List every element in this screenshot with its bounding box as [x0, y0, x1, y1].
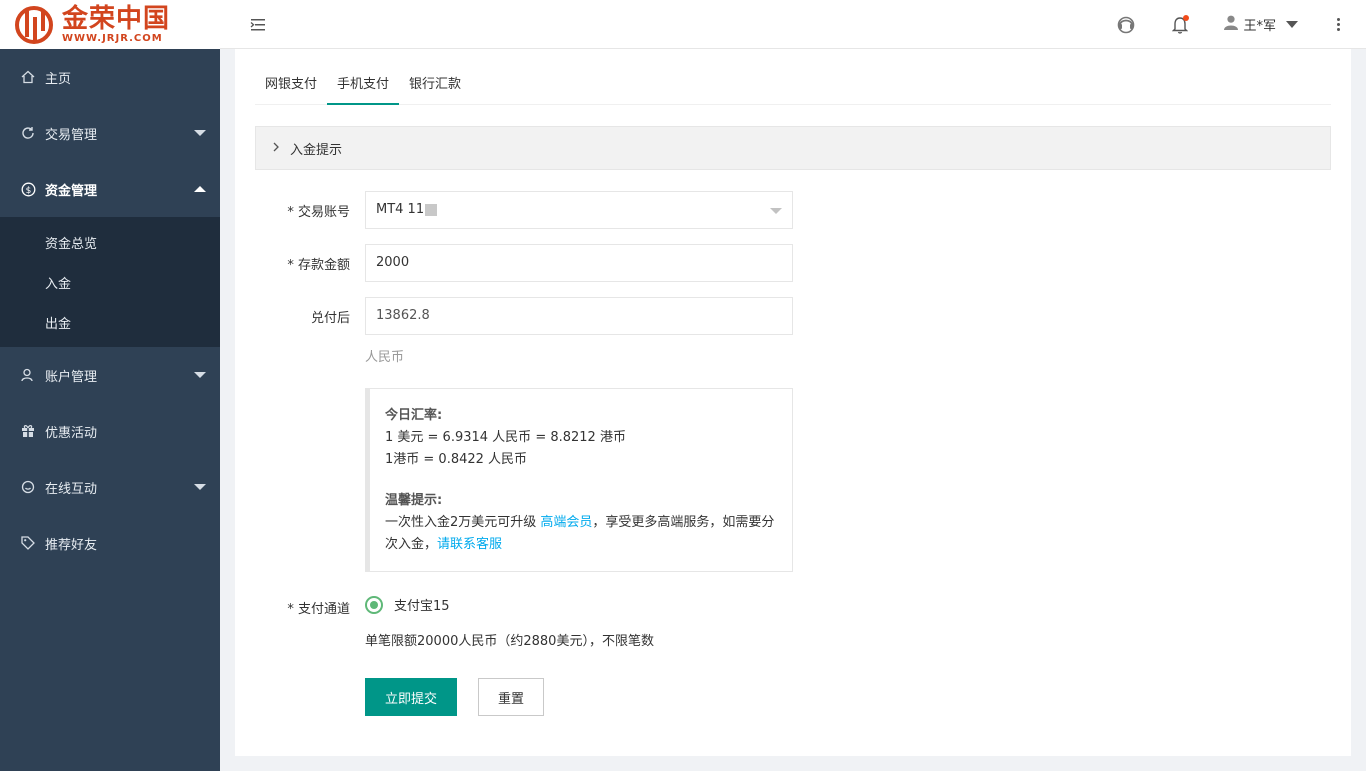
- amount-input[interactable]: 2000: [365, 244, 793, 282]
- chat-icon: [20, 479, 36, 495]
- account-select[interactable]: MT4 11: [365, 191, 793, 229]
- dollar-icon: $: [20, 181, 36, 197]
- deposit-tips-collapse[interactable]: 入金提示: [255, 126, 1331, 170]
- gift-icon: [20, 423, 36, 439]
- rate-line-usd: 1 美元 = 6.9314 人民币 = 8.8212 港币: [385, 430, 626, 445]
- account-label: * 交易账号: [287, 205, 350, 220]
- funds-submenu: 资金总览 入金 出金: [0, 217, 220, 347]
- sidebar: 金荣中国 WWW.JRJR.COM 主页 交易管理 $ 资金管理 资金总览 入金…: [0, 0, 220, 771]
- chevron-right-icon: [272, 141, 280, 156]
- channel-radio-alipay[interactable]: 支付宝15: [365, 595, 450, 614]
- rate-title: 今日汇率:: [385, 408, 443, 423]
- tab-mobile-payment[interactable]: 手机支付: [327, 67, 400, 105]
- converted-unit: 人民币: [365, 350, 405, 365]
- sidebar-item-label: 账户管理: [45, 369, 98, 385]
- channel-label: * 支付通道: [287, 602, 350, 617]
- more-icon[interactable]: [1328, 15, 1348, 35]
- chevron-down-icon: [194, 372, 206, 378]
- user-menu[interactable]: 王*军: [1224, 15, 1298, 34]
- svg-text:$: $: [25, 186, 31, 196]
- logo[interactable]: 金荣中国 WWW.JRJR.COM: [0, 0, 220, 49]
- sidebar-item-label: 推荐好友: [45, 537, 98, 553]
- sidebar-item-trading[interactable]: 交易管理: [0, 105, 220, 161]
- tab-bank-transfer[interactable]: 银行汇款: [399, 67, 471, 105]
- rate-line-hkd: 1港币 = 0.8422 人民币: [385, 452, 528, 467]
- deposit-card: 网银支付 手机支付 银行汇款 入金提示 * 交易账号 MT4 11 * 存款金额…: [235, 49, 1351, 756]
- logo-url: WWW.JRJR.COM: [62, 33, 163, 44]
- user-icon: [20, 367, 36, 383]
- limit-text: 单笔限额20000人民币（约2880美元），不限笔数: [365, 634, 654, 649]
- channel-option-label: 支付宝15: [394, 599, 450, 614]
- chevron-down-icon: [194, 484, 206, 490]
- user-icon: [1224, 15, 1239, 34]
- sidebar-subitem-deposit[interactable]: 入金: [0, 262, 220, 302]
- logo-name: 金荣中国: [62, 4, 171, 34]
- masked-digits: [425, 203, 438, 216]
- sidebar-item-label: 在线互动: [45, 481, 98, 497]
- converted-label: 兑付后: [310, 311, 350, 326]
- sidebar-item-account[interactable]: 账户管理: [0, 347, 220, 403]
- sidebar-toggle-icon[interactable]: [250, 17, 266, 33]
- tip-title: 温馨提示:: [385, 493, 443, 508]
- sidebar-item-label: 资金管理: [45, 183, 98, 199]
- logo-mark-icon: [14, 5, 56, 45]
- chevron-down-icon: [1286, 21, 1298, 28]
- account-value: MT4 11: [376, 202, 425, 217]
- notification-dot: [1183, 14, 1190, 21]
- sidebar-item-label: 主页: [45, 71, 72, 87]
- sidebar-item-label: 优惠活动: [45, 425, 98, 441]
- bell-icon[interactable]: [1170, 14, 1190, 35]
- sidebar-item-referral[interactable]: 推荐好友: [0, 515, 220, 571]
- sidebar-item-home[interactable]: 主页: [0, 49, 220, 105]
- tab-online-banking[interactable]: 网银支付: [255, 67, 327, 105]
- amount-label: * 存款金额: [287, 258, 350, 273]
- tip-paragraph: 一次性入金2万美元可升级 高端会员，享受更多高端服务，如需要分次入金，请联系客服: [385, 512, 777, 556]
- refresh-icon: [20, 125, 36, 141]
- sidebar-item-label: 交易管理: [45, 127, 98, 143]
- tip-text: 一次性入金2万美元可升级: [385, 515, 541, 530]
- sidebar-item-online[interactable]: 在线互动: [0, 459, 220, 515]
- info-note: 今日汇率: 1 美元 = 6.9314 人民币 = 8.8212 港币 1港币 …: [365, 388, 793, 572]
- contact-support-link[interactable]: 请联系客服: [437, 537, 502, 552]
- chevron-down-icon: [770, 208, 782, 214]
- home-icon: [20, 69, 36, 85]
- radio-checked-icon: [365, 595, 383, 614]
- sidebar-item-funds[interactable]: $ 资金管理: [0, 161, 220, 217]
- support-icon[interactable]: [1116, 15, 1136, 35]
- sidebar-subitem-withdraw[interactable]: 出金: [0, 302, 220, 342]
- sidebar-item-promotions[interactable]: 优惠活动: [0, 403, 220, 459]
- sidebar-subitem-overview[interactable]: 资金总览: [0, 222, 220, 262]
- reset-button[interactable]: 重置: [478, 678, 544, 716]
- premium-member-link[interactable]: 高端会员: [540, 515, 592, 530]
- payment-tabs: 网银支付 手机支付 银行汇款: [255, 67, 1331, 105]
- page-scrollbar[interactable]: [1351, 49, 1366, 771]
- chevron-up-icon: [194, 186, 206, 192]
- submit-button[interactable]: 立即提交: [365, 678, 457, 716]
- tag-icon: [20, 535, 36, 551]
- top-header: 王*军: [220, 0, 1366, 49]
- collapse-title: 入金提示: [290, 142, 343, 158]
- user-name: 王*军: [1243, 19, 1276, 34]
- chevron-down-icon: [194, 130, 206, 136]
- converted-amount-field: 13862.8: [365, 297, 793, 335]
